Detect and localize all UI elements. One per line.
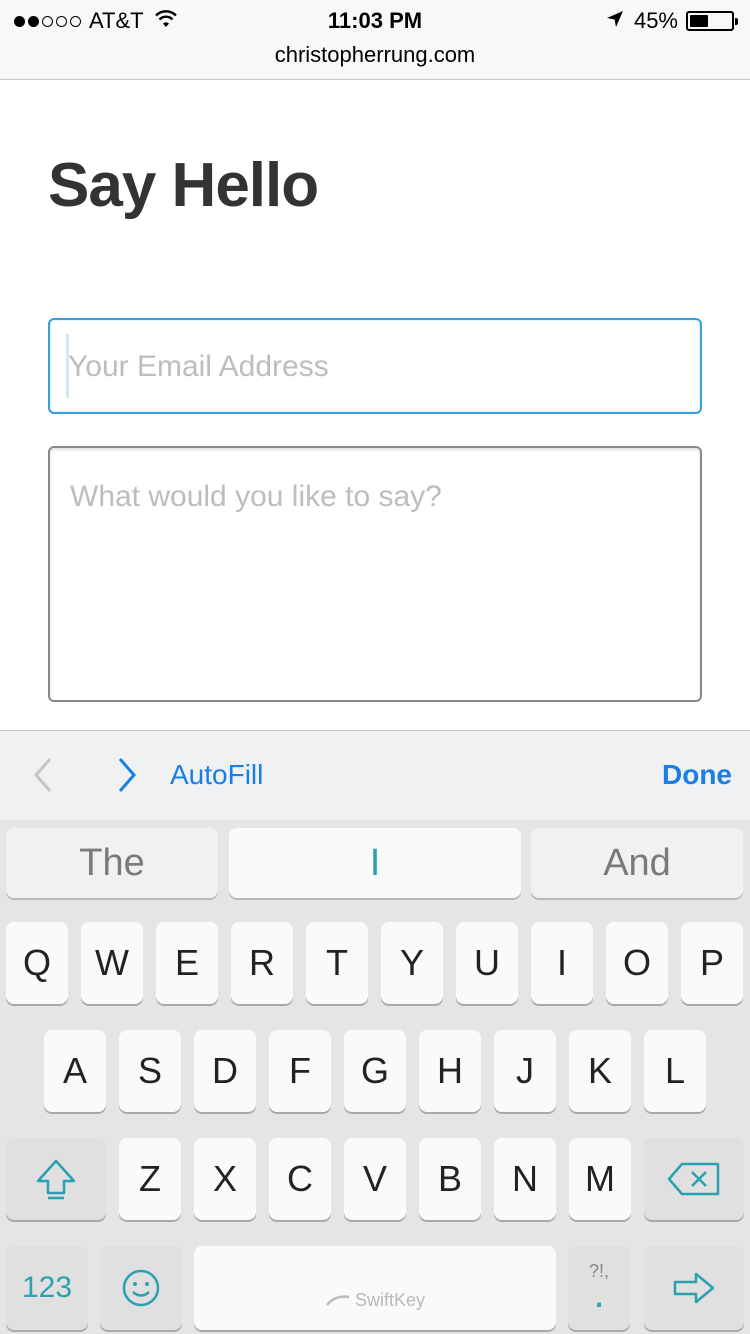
page-title: Say Hello [48, 151, 319, 220]
emoji-key[interactable] [100, 1246, 182, 1330]
prediction-center[interactable]: I [229, 828, 521, 898]
key-e[interactable]: E [156, 922, 218, 1004]
key-l[interactable]: L [644, 1030, 706, 1112]
location-arrow-icon [606, 8, 624, 34]
space-bar[interactable]: SwiftKey [194, 1246, 556, 1330]
key-b[interactable]: B [419, 1138, 481, 1220]
done-button[interactable]: Done [662, 759, 732, 791]
key-q[interactable]: Q [6, 922, 68, 1004]
return-key[interactable] [644, 1246, 744, 1330]
url-bar[interactable]: christopherrung.com [0, 42, 750, 68]
battery-percent: 45% [633, 8, 678, 33]
key-k[interactable]: K [569, 1030, 631, 1112]
key-h[interactable]: H [419, 1030, 481, 1112]
key-m[interactable]: M [569, 1138, 631, 1220]
key-z[interactable]: Z [119, 1138, 181, 1220]
key-w[interactable]: W [81, 922, 143, 1004]
swiftkey-swoosh-icon [326, 1295, 350, 1306]
key-s[interactable]: S [119, 1030, 181, 1112]
status-right: 45% [606, 8, 738, 34]
email-placeholder: Your Email Address [68, 350, 329, 383]
key-u[interactable]: U [456, 922, 518, 1004]
key-y[interactable]: Y [381, 922, 443, 1004]
space-bar-brand: SwiftKey [354, 1289, 426, 1310]
key-c[interactable]: C [269, 1138, 331, 1220]
autofill-button[interactable]: AutoFill [170, 759, 263, 791]
backspace-icon [667, 1162, 720, 1196]
shift-arrow-icon [36, 1159, 76, 1200]
message-textarea[interactable]: What would you like to say? [48, 446, 702, 702]
next-field-button[interactable] [112, 755, 142, 795]
key-p[interactable]: P [681, 922, 743, 1004]
right-arrow-icon [673, 1272, 715, 1304]
key-v[interactable]: V [344, 1138, 406, 1220]
email-field[interactable]: Your Email Address [48, 318, 702, 414]
key-x[interactable]: X [194, 1138, 256, 1220]
battery-fill [690, 15, 708, 27]
key-g[interactable]: G [344, 1030, 406, 1112]
key-j[interactable]: J [494, 1030, 556, 1112]
key-d[interactable]: D [194, 1030, 256, 1112]
prediction-right[interactable]: And [531, 828, 743, 898]
battery-icon [686, 11, 738, 31]
form-accessory-bar: AutoFill Done [0, 730, 750, 820]
prediction-left[interactable]: The [6, 828, 218, 898]
swiftkey-logo: SwiftKey [325, 1290, 425, 1311]
key-o[interactable]: O [606, 922, 668, 1004]
previous-field-button[interactable] [28, 755, 58, 795]
key-t[interactable]: T [306, 922, 368, 1004]
key-i[interactable]: I [531, 922, 593, 1004]
status-bar: AT&T 11:03 PM 45% christopherrung.com [0, 0, 750, 80]
shift-key[interactable] [6, 1138, 106, 1220]
key-n[interactable]: N [494, 1138, 556, 1220]
message-placeholder: What would you like to say? [70, 480, 442, 513]
key-f[interactable]: F [269, 1030, 331, 1112]
backspace-key[interactable] [644, 1138, 744, 1220]
key-r[interactable]: R [231, 922, 293, 1004]
numbers-key[interactable]: 123 [6, 1246, 88, 1330]
smiley-icon [122, 1269, 160, 1307]
key-a[interactable]: A [44, 1030, 106, 1112]
punctuation-key[interactable]: ?!, . [568, 1246, 630, 1330]
punctuation-main-char: . [593, 1272, 605, 1316]
keyboard: The I And QWERTYUIOP ASDFGHJKL ZXCVBNM 1… [0, 820, 750, 1334]
